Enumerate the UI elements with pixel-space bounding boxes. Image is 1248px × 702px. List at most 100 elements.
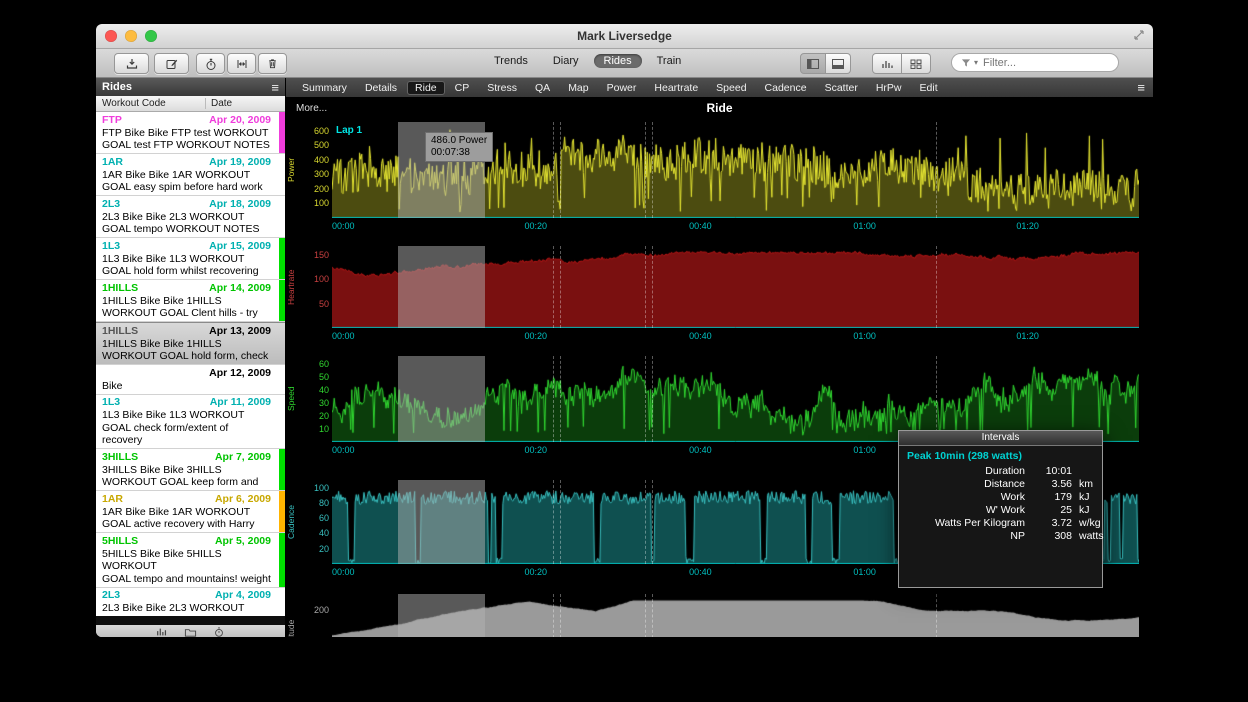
tab-rides[interactable]: Rides [594,54,642,68]
x-tick-label: 01:00 [853,567,876,577]
page-title: Ride [286,101,1153,115]
ride-list-item[interactable]: Apr 12, 2009Bike [96,365,285,395]
stopwatch-icon [204,57,218,71]
ride-date: Apr 19, 2009 [209,156,271,169]
folder-icon[interactable] [184,626,197,637]
export-button[interactable] [114,53,149,74]
minimize-button[interactable] [125,30,137,42]
chart-power-plot[interactable]: Lap 1486.0 Power00:07:3800:0000:2000:400… [332,122,1139,218]
sidebar-scroll-strip[interactable] [96,616,285,625]
x-tick-label: 00:20 [525,221,548,231]
chart-tab-map[interactable]: Map [560,81,596,95]
chart-tab-cadence[interactable]: Cadence [757,81,815,95]
chart-tab-speed[interactable]: Speed [708,81,754,95]
chart-tab-edit[interactable]: Edit [912,81,946,95]
selection-band [398,480,485,564]
ride-list-item[interactable]: 1ARApr 6, 20091AR Bike Bike 1AR WORKOUTG… [96,491,285,533]
intervals-popup[interactable]: Intervals Peak 10min (298 watts) Duratio… [898,430,1103,588]
chart-tab-summary[interactable]: Summary [294,81,355,95]
interval-stat-unit: kJ [1079,491,1104,503]
interval-marker [936,122,937,218]
interval-marker [652,594,653,637]
ride-item-header: 2L3 Apr 18, 2009 [102,198,271,211]
interval-marker [560,122,561,218]
ride-description: 1L3 Bike Bike 1L3 WORKOUT [102,253,271,266]
chart-tab-hrpw[interactable]: HrPw [868,81,910,95]
x-tick-label: 00:20 [525,445,548,455]
tooltip-time-value: 00:07:38 [431,147,487,159]
ride-description: 1HILLS Bike Bike 1HILLS [102,295,271,308]
sidebar-title: Rides [102,81,132,93]
chart-heartrate: Heartrate5010015000:0000:2000:4001:0001:… [286,246,1139,328]
x-tick-label: 00:00 [332,331,355,341]
fullscreen-icon[interactable] [1133,29,1145,41]
chart-tabs: SummaryDetailsRideCPStressQAMapPowerHear… [286,78,1153,97]
tab-trends[interactable]: Trends [484,54,538,68]
interval-stat-value: 25 [1032,504,1072,516]
chart-tab-details[interactable]: Details [357,81,405,95]
chevron-down-icon: ▾ [974,58,978,67]
chart-power-yaxis: Power100200300400500600 [286,122,332,218]
ride-item-header: 1HILLSApr 13, 2009 [102,325,271,338]
column-workout-code[interactable]: Workout Code [96,98,206,109]
tab-train[interactable]: Train [647,54,692,68]
interval-stat-value: 3.72 [1032,517,1072,529]
ride-description: GOAL hold form whilst recovering [102,265,271,278]
chart-heartrate-plot[interactable]: 00:0000:2000:4001:0001:20 [332,246,1139,328]
sidebar-menu-icon[interactable]: ≡ [271,81,279,94]
delete-button[interactable] [258,53,287,74]
toggle-bottombar-button[interactable] [826,53,851,74]
titlebar[interactable]: Mark Liversedge [96,24,1153,49]
ride-list-item[interactable]: 5HILLSApr 5, 20095HILLS Bike Bike 5HILLS… [96,533,285,588]
chart-tab-ride[interactable]: Ride [407,81,445,95]
stopwatch-small-icon[interactable] [213,626,225,637]
chart-tab-qa[interactable]: QA [527,81,558,95]
tiled-view-button[interactable] [902,53,931,74]
ride-list-item[interactable]: 1ARApr 19, 20091AR Bike Bike 1AR WORKOUT… [96,154,285,196]
chart-tab-scatter[interactable]: Scatter [817,81,866,95]
interval-stat-unit: w/kg [1079,517,1104,529]
ride-list-item[interactable]: 1HILLSApr 13, 20091HILLS Bike Bike 1HILL… [96,322,285,365]
ride-list-item[interactable]: 2L3Apr 18, 20092L3 Bike Bike 2L3 WORKOUT… [96,196,285,238]
calendar-chart-icon[interactable] [156,626,168,637]
ride-description: Bike [102,380,271,393]
close-button[interactable] [105,30,117,42]
interval-stat-label: NP [907,530,1025,542]
ride-color-bar [279,112,285,153]
edit-button[interactable] [154,53,189,74]
intervals-button[interactable] [227,53,256,74]
ride-description: GOAL test FTP WORKOUT NOTES [102,139,271,152]
filter-input[interactable] [981,56,1109,70]
x-axis-heartrate: 00:0000:2000:4001:0001:20 [332,331,1139,343]
interval-stat-unit: kJ [1079,504,1104,516]
ride-list-item[interactable]: 1HILLSApr 14, 20091HILLS Bike Bike 1HILL… [96,280,285,322]
single-view-button[interactable] [872,53,902,74]
filter-field[interactable]: ▾ [951,53,1119,72]
ride-description: WORKOUT GOAL hold form, check [102,350,271,363]
chart-tab-power[interactable]: Power [599,81,645,95]
ride-description: GOAL don't get lost! WORKOUT [102,615,271,617]
ride-list-item[interactable]: 2L3Apr 4, 20092L3 Bike Bike 2L3 WORKOUTG… [96,588,285,617]
ride-date: Apr 18, 2009 [209,198,271,211]
stopwatch-button[interactable] [196,53,225,74]
column-date[interactable]: Date [206,98,232,109]
chart-altitude-plot[interactable] [332,594,1139,637]
ride-list-item[interactable]: 1L3Apr 11, 20091L3 Bike Bike 1L3 WORKOUT… [96,395,285,450]
ride-code: 2L3 [102,198,120,211]
axis-label-speed: Speed [286,356,296,442]
ride-description: WORKOUT GOAL Clent hills - try [102,307,271,320]
ride-list-item[interactable]: 1L3Apr 15, 20091L3 Bike Bike 1L3 WORKOUT… [96,238,285,280]
ride-date: Apr 7, 2009 [215,451,271,464]
chart-menu-icon[interactable]: ≡ [1137,81,1145,94]
chart-tab-cp[interactable]: CP [447,81,478,95]
toggle-sidebar-button[interactable] [800,53,826,74]
x-tick-label: 00:40 [689,331,712,341]
ride-list-item[interactable]: FTPApr 20, 2009FTP Bike Bike FTP test WO… [96,112,285,154]
chart-tab-heartrate[interactable]: Heartrate [646,81,706,95]
ride-list-item[interactable]: 3HILLSApr 7, 20093HILLS Bike Bike 3HILLS… [96,449,285,491]
more-button[interactable]: More... [296,103,327,114]
intervals-popup-title[interactable]: Intervals [899,431,1102,446]
chart-tab-stress[interactable]: Stress [479,81,525,95]
zoom-button[interactable] [145,30,157,42]
tab-diary[interactable]: Diary [543,54,589,68]
